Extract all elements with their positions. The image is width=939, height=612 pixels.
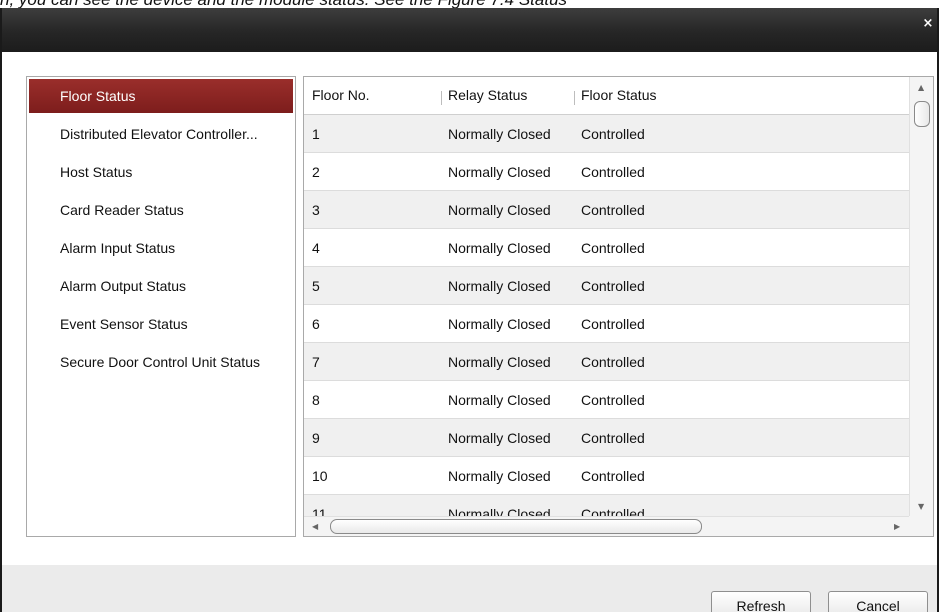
relay-status-cell: Normally Closed [448,164,551,180]
floor-status-cell: Controlled [581,506,645,518]
floor-status-cell: Controlled [581,392,645,408]
floor-status-cell: Controlled [581,126,645,142]
relay-status-cell: Normally Closed [448,278,551,294]
nav-item[interactable]: Secure Door Control Unit Status [29,345,293,379]
floor-no-cell: 4 [312,240,320,256]
floor-status-cell: Controlled [581,202,645,218]
floor-status-cell: Controlled [581,468,645,484]
floor-no-cell: 8 [312,392,320,408]
floor-status-cell: Controlled [581,316,645,332]
refresh-button[interactable]: Refresh [711,591,811,612]
close-icon[interactable]: × [921,16,935,32]
table-row[interactable]: 9 Normally Closed Controlled [304,419,909,457]
scrollbar-corner [909,516,933,536]
nav-item[interactable]: Floor Status [29,79,293,113]
relay-status-cell: Normally Closed [448,354,551,370]
table-row[interactable]: 2 Normally Closed Controlled [304,153,909,191]
vertical-scroll-thumb[interactable] [914,101,930,127]
relay-status-cell: Normally Closed [448,240,551,256]
dialog-titlebar: × [2,8,937,52]
floor-status-cell: Controlled [581,278,645,294]
column-header-floor-no[interactable]: Floor No. [312,77,370,115]
relay-status-cell: Normally Closed [448,126,551,142]
dialog-content: Floor Status Distributed Elevator Control… [2,52,937,565]
table-row[interactable]: 8 Normally Closed Controlled [304,381,909,419]
table-body: 1 Normally Closed Controlled 2 Normally Clos… [304,115,909,518]
scroll-up-arrow-icon[interactable]: ▲ [918,83,924,92]
nav-item[interactable]: Event Sensor Status [29,307,293,341]
floor-no-cell: 11 [312,506,327,518]
floor-status-cell: Controlled [581,164,645,180]
horizontal-scroll-thumb[interactable] [330,519,702,534]
dialog-footer: Refresh Cancel [2,565,937,612]
column-header-floor-status[interactable]: Floor Status [581,77,656,115]
scroll-left-arrow-icon[interactable]: ◀ [312,522,318,531]
floor-no-cell: 9 [312,430,320,446]
cancel-button[interactable]: Cancel [828,591,928,612]
relay-status-cell: Normally Closed [448,316,551,332]
nav-item[interactable]: Alarm Output Status [29,269,293,303]
column-divider[interactable] [441,91,442,105]
nav-item[interactable]: Card Reader Status [29,193,293,227]
status-dialog: × Floor Status Distributed Elevator Contr… [0,8,939,612]
floor-no-cell: 5 [312,278,320,294]
relay-status-cell: Normally Closed [448,392,551,408]
table-row[interactable]: 4 Normally Closed Controlled [304,229,909,267]
status-category-list: Floor Status Distributed Elevator Control… [26,76,296,537]
floor-no-cell: 1 [312,126,320,142]
column-header-relay-status[interactable]: Relay Status [448,77,527,115]
column-divider[interactable] [574,91,575,105]
horizontal-scrollbar[interactable]: ◀ ▶ [304,516,909,536]
floor-no-cell: 6 [312,316,320,332]
scroll-down-arrow-icon[interactable]: ▼ [918,502,924,511]
nav-item[interactable]: Distributed Elevator Controller... [29,117,293,151]
table-row[interactable]: 5 Normally Closed Controlled [304,267,909,305]
scroll-right-arrow-icon[interactable]: ▶ [894,522,900,531]
table-header: Floor No. Relay Status Floor Status [304,77,909,115]
table-row[interactable]: 6 Normally Closed Controlled [304,305,909,343]
vertical-scrollbar[interactable]: ▲ ▼ [909,77,933,518]
floor-status-cell: Controlled [581,240,645,256]
nav-item[interactable]: Host Status [29,155,293,189]
status-table-panel: Floor No. Relay Status Floor Status 1 Nor… [303,76,934,537]
relay-status-cell: Normally Closed [448,468,551,484]
table-row[interactable]: 3 Normally Closed Controlled [304,191,909,229]
table-row[interactable]: 11 Normally Closed Controlled [304,495,909,518]
floor-no-cell: 3 [312,202,320,218]
screen: n, you can see the device and the module… [0,0,939,612]
table-row[interactable]: 7 Normally Closed Controlled [304,343,909,381]
nav-item[interactable]: Alarm Input Status [29,231,293,265]
relay-status-cell: Normally Closed [448,430,551,446]
floor-no-cell: 7 [312,354,320,370]
relay-status-cell: Normally Closed [448,506,551,518]
table-row[interactable]: 10 Normally Closed Controlled [304,457,909,495]
floor-status-cell: Controlled [581,354,645,370]
table-row[interactable]: 1 Normally Closed Controlled [304,115,909,153]
floor-no-cell: 10 [312,468,328,484]
relay-status-cell: Normally Closed [448,202,551,218]
floor-status-cell: Controlled [581,430,645,446]
floor-no-cell: 2 [312,164,320,180]
